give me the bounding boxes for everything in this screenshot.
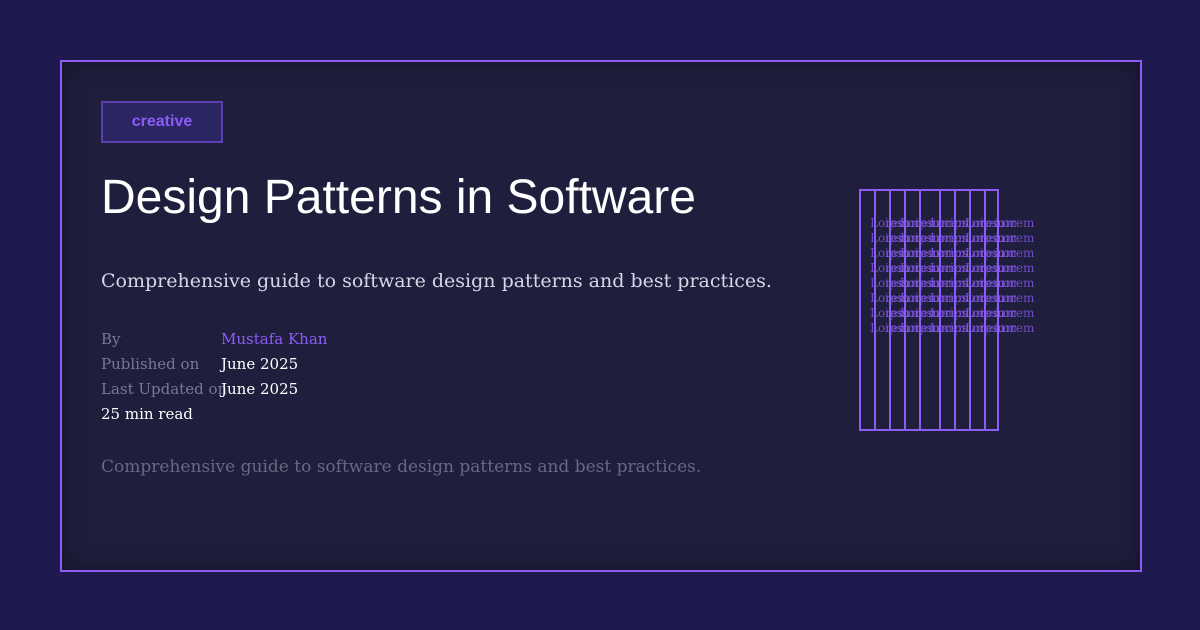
post-excerpt: Comprehensive guide to software design p… [101, 457, 702, 477]
meta-updated-row: Last Updated on June 2025 [101, 377, 327, 402]
category-tag[interactable]: creative [101, 101, 223, 143]
post-title: Design Patterns in Software [101, 171, 696, 224]
author-link[interactable]: Mustafa Khan [221, 327, 327, 352]
art-text: Lorem Lorem Lorem Lorem Lorem Lorem Lore… [995, 216, 1035, 335]
meta-published-label: Published on [101, 355, 200, 373]
decorative-text-art: Lorem Lorem Lorem Lorem Lorem Lorem Lore… [859, 189, 1034, 431]
post-subtitle: Comprehensive guide to software design p… [101, 270, 772, 292]
meta-updated-label: Last Updated on [101, 380, 228, 398]
meta-read-time-row: 25 min read [101, 402, 327, 427]
meta-author-row: By Mustafa Khan [101, 327, 327, 352]
meta-by-label: By [101, 330, 121, 348]
read-time: 25 min read [101, 405, 193, 423]
post-card: creative Design Patterns in Software Com… [60, 60, 1142, 572]
meta-published-date: June 2025 [221, 355, 299, 373]
meta-updated-date: June 2025 [221, 380, 299, 398]
meta-published-row: Published on June 2025 [101, 352, 327, 377]
post-meta: By Mustafa Khan Published on June 2025 L… [101, 327, 327, 427]
